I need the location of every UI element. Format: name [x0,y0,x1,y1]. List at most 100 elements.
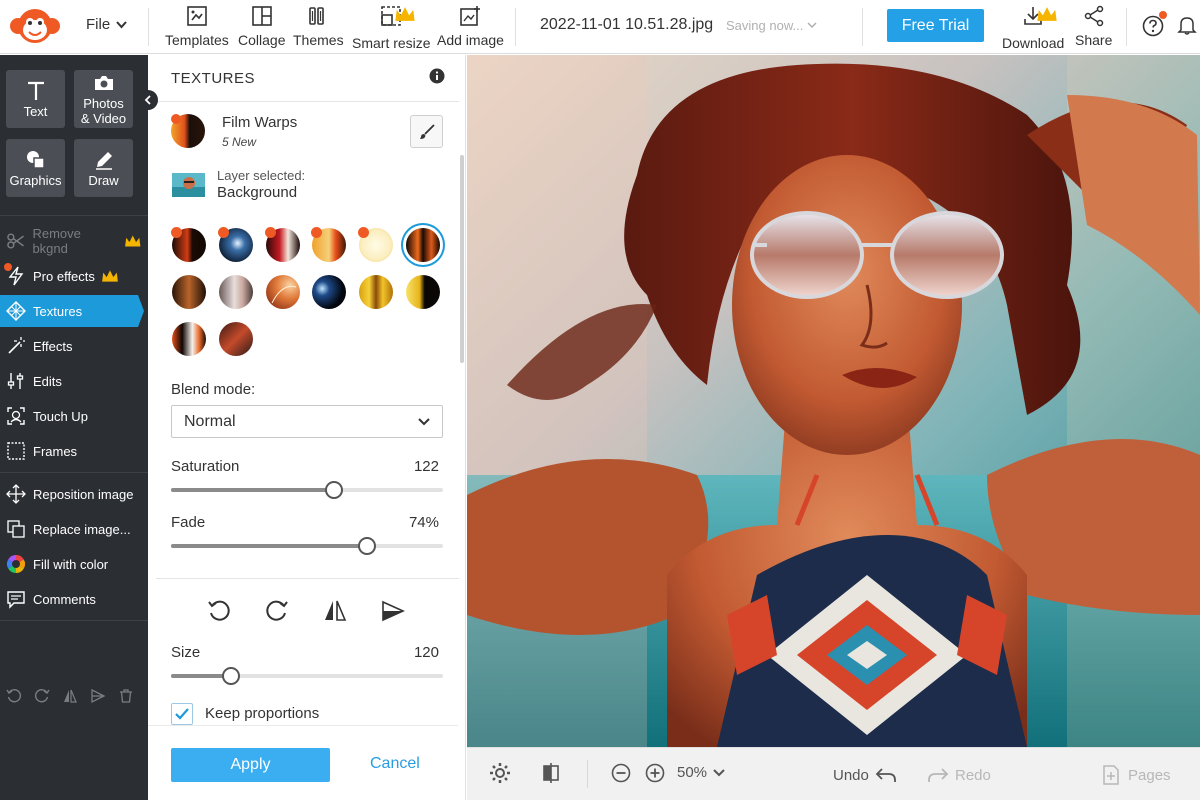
fade-slider[interactable] [171,537,443,555]
sidebar-item-effects[interactable]: Effects [0,330,148,362]
cancel-button[interactable]: Cancel [370,755,420,773]
flip-vertical-icon[interactable] [380,598,406,624]
texture-swatch[interactable] [219,275,253,309]
sidebar-item-touch-up[interactable]: Touch Up [0,400,148,432]
chevron-down-icon [116,20,127,28]
templates-button[interactable]: Templates [165,5,229,48]
pages-button[interactable]: Pages [1100,764,1171,786]
zoom-out-button[interactable] [610,762,632,784]
slider-knob[interactable] [325,481,344,499]
divider [156,101,459,102]
texture-swatch[interactable] [266,275,300,309]
trash-icon[interactable] [118,688,134,704]
texture-pack-title: Film Warps [222,114,298,131]
add-image-icon [460,6,481,26]
collage-button[interactable]: Collage [238,5,285,48]
zoom-in-button[interactable] [644,762,666,784]
sidebar-item-label: Reposition image [33,486,134,502]
blend-mode-select[interactable]: Normal [171,405,443,438]
magic-wand-icon [8,337,25,354]
sidebar-item-comments[interactable]: Comments [0,583,148,615]
file-name[interactable]: 2022-11-01 10.51.28.jpg [540,16,713,34]
saving-status[interactable]: Saving now... [726,18,817,33]
photo-image [467,55,1200,747]
text-icon [27,81,44,100]
new-badge-dot [311,227,322,238]
layer-selected-label: Layer selected: [217,168,306,183]
zoom-level-select[interactable]: 50% [677,764,725,781]
sidebar-item-frames[interactable]: Frames [0,435,148,467]
divider [148,8,149,46]
rotate-right-icon[interactable] [34,688,50,704]
size-slider[interactable] [171,667,443,685]
divider [148,725,458,726]
texture-swatch[interactable] [219,322,253,356]
sidebar-item-reposition-image[interactable]: Reposition image [0,478,148,510]
rotate-left-icon[interactable] [6,688,22,704]
sidebar-item-label: Comments [33,591,96,607]
rotate-left-icon[interactable] [206,598,232,624]
texture-swatch-selected[interactable] [406,228,440,262]
picmonkey-logo[interactable] [8,6,62,46]
move-icon [6,484,26,504]
add-image-button[interactable]: Add image [437,5,504,48]
checkmark-icon [175,708,189,720]
share-button[interactable]: Share [1075,5,1112,48]
rotate-right-icon[interactable] [264,598,290,624]
texture-pack-subtitle: 5 New [222,135,257,149]
apply-button[interactable]: Apply [171,748,330,782]
sidebar-item-label: Fill with color [33,556,109,572]
compare-icon [543,763,559,783]
info-icon[interactable] [429,68,445,84]
undo-icon [875,768,896,782]
texture-brush-button[interactable] [410,115,443,148]
new-badge-dot [358,227,369,238]
sidebar-item-textures[interactable]: Textures [0,295,138,327]
file-menu[interactable]: File [86,16,127,33]
sidebar-item-label: Remove bkgnd [32,226,81,256]
redo-button[interactable]: Redo [927,764,991,786]
slider-knob[interactable] [221,667,240,685]
sidebar-item-replace-image[interactable]: Replace image... [0,513,148,545]
collapse-panel-button[interactable] [138,90,158,110]
bell-icon[interactable] [1176,14,1198,36]
undo-button[interactable]: Undo [833,764,897,786]
sidebar-item-edits[interactable]: Edits [0,365,148,397]
texture-swatch[interactable] [312,275,346,309]
photos-video-button[interactable]: Photos & Video [74,70,133,128]
download-button[interactable]: Download [1002,5,1064,51]
saturation-slider[interactable] [171,481,443,499]
free-trial-button[interactable]: Free Trial [887,9,984,42]
left-sidebar: Text Photos & Video Graphics Draw Remove… [0,55,148,800]
graphics-label: Graphics [9,172,62,188]
texture-swatch[interactable] [172,322,206,356]
photo-canvas[interactable] [467,55,1200,747]
flip-horizontal-icon[interactable] [322,598,348,624]
flip-horizontal-icon[interactable] [62,688,78,704]
sidebar-item-label: Effects [33,338,73,354]
keep-proportions-checkbox[interactable] [171,703,193,725]
frame-icon [7,442,25,460]
graphics-button[interactable]: Graphics [6,139,65,197]
texture-swatch[interactable] [359,275,393,309]
texture-swatch[interactable] [406,275,440,309]
sidebar-item-pro-effects[interactable]: Pro effects [0,260,148,292]
settings-button[interactable] [489,762,511,784]
panel-scrollbar[interactable] [460,155,464,363]
saturation-value: 122 [413,458,439,475]
text-tool-button[interactable]: Text [6,70,65,128]
sidebar-item-fill-with-color[interactable]: Fill with color [0,548,148,580]
smart-resize-button[interactable]: Smart resize [352,5,431,51]
collage-label: Collage [238,32,286,48]
redo-label: Redo [955,766,991,784]
layer-selected-value: Background [217,184,298,201]
texture-swatch[interactable] [172,275,206,309]
draw-button[interactable]: Draw [74,139,133,197]
sidebar-item-remove-bkgnd[interactable]: Remove bkgnd [0,225,148,257]
undo-label: Undo [833,766,869,784]
compare-button[interactable] [540,762,562,784]
slider-knob[interactable] [357,537,376,555]
add-image-label: Add image [437,32,504,48]
flip-vertical-icon[interactable] [90,688,106,704]
themes-button[interactable]: Themes [293,5,344,48]
